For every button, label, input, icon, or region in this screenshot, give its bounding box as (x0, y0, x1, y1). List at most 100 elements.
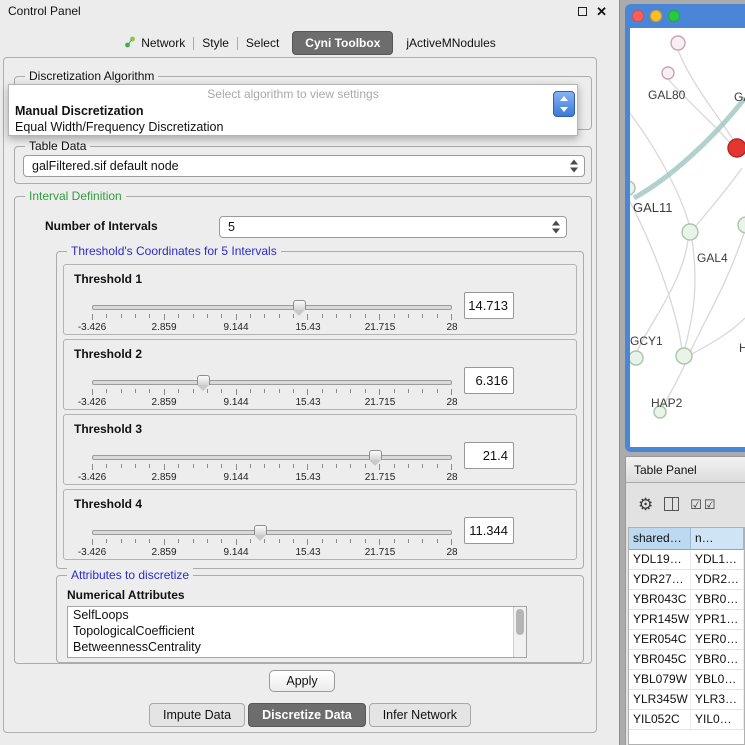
slider-thumb[interactable] (293, 300, 306, 310)
tab-infer-network[interactable]: Infer Network (369, 703, 471, 727)
close-window-button[interactable] (632, 10, 644, 22)
attribute-list-item[interactable]: SelfLoops (68, 607, 526, 623)
table-cell[interactable]: YBL0… (691, 670, 744, 690)
network-node[interactable] (662, 67, 674, 79)
table-row[interactable]: YDL19…YDL1… (629, 550, 744, 570)
slider-scale-label: 9.144 (223, 322, 248, 333)
attribute-list-item[interactable]: BetweennessCentrality (68, 639, 526, 655)
columns-icon[interactable] (664, 497, 679, 511)
threshold-slider[interactable]: -3.4262.8599.14415.4321.71528 (92, 455, 452, 485)
table-row[interactable]: YBR043CYBR0… (629, 590, 744, 610)
slider-track[interactable] (92, 305, 452, 310)
table-data-group-title: Table Data (25, 139, 90, 153)
tab-cyni-toolbox[interactable]: Cyni Toolbox (292, 31, 393, 55)
numerical-attributes-list[interactable]: SelfLoopsTopologicalCoefficientBetweenne… (67, 606, 527, 658)
network-node[interactable] (728, 139, 745, 157)
network-node[interactable] (630, 351, 643, 365)
slider-track[interactable] (92, 530, 452, 535)
minimize-window-button[interactable] (650, 10, 662, 22)
table-panel-titlebar: Table Panel (626, 457, 745, 483)
network-node[interactable] (738, 217, 745, 233)
tab-jactivemnodules[interactable]: jActiveMNodules (398, 32, 503, 54)
threshold-value-box[interactable]: 11.344 (464, 517, 514, 544)
table-row[interactable]: YIL052CYIL0… (629, 710, 744, 730)
table-row[interactable]: YER054CYER0… (629, 630, 744, 650)
threshold-value-box[interactable]: 6.316 (464, 367, 514, 394)
table-cell[interactable]: YBR0… (691, 590, 744, 610)
network-node[interactable] (671, 36, 685, 50)
table-cell[interactable]: YDR2… (691, 570, 744, 590)
close-icon[interactable]: ✕ (596, 5, 607, 18)
network-node[interactable] (630, 181, 635, 195)
threshold-value-box[interactable]: 14.713 (464, 292, 514, 319)
slider-tick (322, 464, 323, 468)
slider-thumb[interactable] (254, 525, 267, 535)
table-row[interactable]: YBR045CYBR0… (629, 650, 744, 670)
network-node-label: GAL4 (697, 251, 728, 265)
network-node[interactable] (676, 348, 692, 364)
network-node-label: GAL80 (648, 88, 685, 102)
threshold-slider[interactable]: -3.4262.8599.14415.4321.71528 (92, 380, 452, 410)
table-cell[interactable]: YER054C (629, 630, 691, 650)
slider-tick (193, 314, 194, 318)
combo-arrows-icon (552, 221, 560, 234)
column-header[interactable]: shared… (629, 528, 691, 550)
float-window-icon[interactable] (578, 7, 587, 16)
threshold-label: Threshold 4 (74, 497, 142, 511)
zoom-window-button[interactable] (668, 10, 680, 22)
tab-network[interactable]: Network (116, 32, 193, 55)
slider-thumb[interactable] (197, 375, 210, 385)
gear-icon[interactable]: ⚙ (638, 496, 653, 513)
slider-tick (422, 539, 423, 543)
slider-tick (379, 539, 380, 545)
number-of-intervals-combo[interactable]: 5 (219, 216, 567, 238)
table-row[interactable]: YLR345WYLR3… (629, 690, 744, 710)
list-scrollbar-thumb[interactable] (516, 609, 524, 635)
table-cell[interactable]: YBR043C (629, 590, 691, 610)
tab-select[interactable]: Select (238, 32, 287, 54)
table-cell[interactable]: YIL0… (691, 710, 744, 730)
slider-tick (135, 464, 136, 468)
slider-tick (322, 539, 323, 543)
table-cell[interactable]: YDL1… (691, 550, 744, 570)
threshold-value-box[interactable]: 21.4 (464, 442, 514, 469)
table-cell[interactable]: YER0… (691, 630, 744, 650)
list-scrollbar[interactable] (513, 607, 526, 657)
column-header[interactable]: n… (691, 528, 744, 550)
table-cell[interactable]: YPR1… (691, 610, 744, 630)
slider-tick (149, 464, 150, 468)
slider-track[interactable] (92, 455, 452, 460)
table-row[interactable]: YBL079WYBL0… (629, 670, 744, 690)
table-cell[interactable]: YBL079W (629, 670, 691, 690)
slider-thumb[interactable] (369, 450, 382, 460)
table-cell[interactable]: YBR0… (691, 650, 744, 670)
table-row[interactable]: YDR27…YDR2… (629, 570, 744, 590)
dropdown-option-manual-discretization[interactable]: Manual Discretization (15, 104, 577, 118)
table-cell[interactable]: YIL052C (629, 710, 691, 730)
apply-button[interactable]: Apply (269, 670, 335, 692)
network-canvas[interactable]: GAL80GALGAL11GAL4GCY1HAP2H (630, 28, 745, 447)
checkbox-icons[interactable]: ☑☑ (690, 498, 717, 511)
dropdown-option-equal-width[interactable]: Equal Width/Frequency Discretization (15, 120, 577, 134)
network-node[interactable] (682, 224, 698, 240)
tab-discretize-data[interactable]: Discretize Data (248, 703, 366, 727)
table-cell[interactable]: YDL19… (629, 550, 691, 570)
table-data-combo[interactable]: galFiltered.sif default node (23, 155, 585, 177)
tab-style[interactable]: Style (194, 32, 237, 54)
slider-scale-label: 21.715 (365, 547, 396, 558)
table-cell[interactable]: YPR145W (629, 610, 691, 630)
table-row[interactable]: YPR145WYPR1… (629, 610, 744, 630)
attribute-list-item[interactable]: TopologicalCoefficient (68, 623, 526, 639)
table-data-combo-value: galFiltered.sif default node (32, 159, 179, 173)
threshold-slider[interactable]: -3.4262.8599.14415.4321.71528 (92, 305, 452, 335)
tab-impute-data[interactable]: Impute Data (149, 703, 245, 727)
slider-tick (437, 314, 438, 318)
number-of-intervals-value: 5 (228, 220, 235, 234)
table-cell[interactable]: YLR345W (629, 690, 691, 710)
table-cell[interactable]: YDR27… (629, 570, 691, 590)
threshold-slider[interactable]: -3.4262.8599.14415.4321.71528 (92, 530, 452, 560)
table-cell[interactable]: YBR045C (629, 650, 691, 670)
algorithm-combo-arrows[interactable] (553, 91, 575, 117)
table-cell[interactable]: YLR3… (691, 690, 744, 710)
slider-track[interactable] (92, 380, 452, 385)
